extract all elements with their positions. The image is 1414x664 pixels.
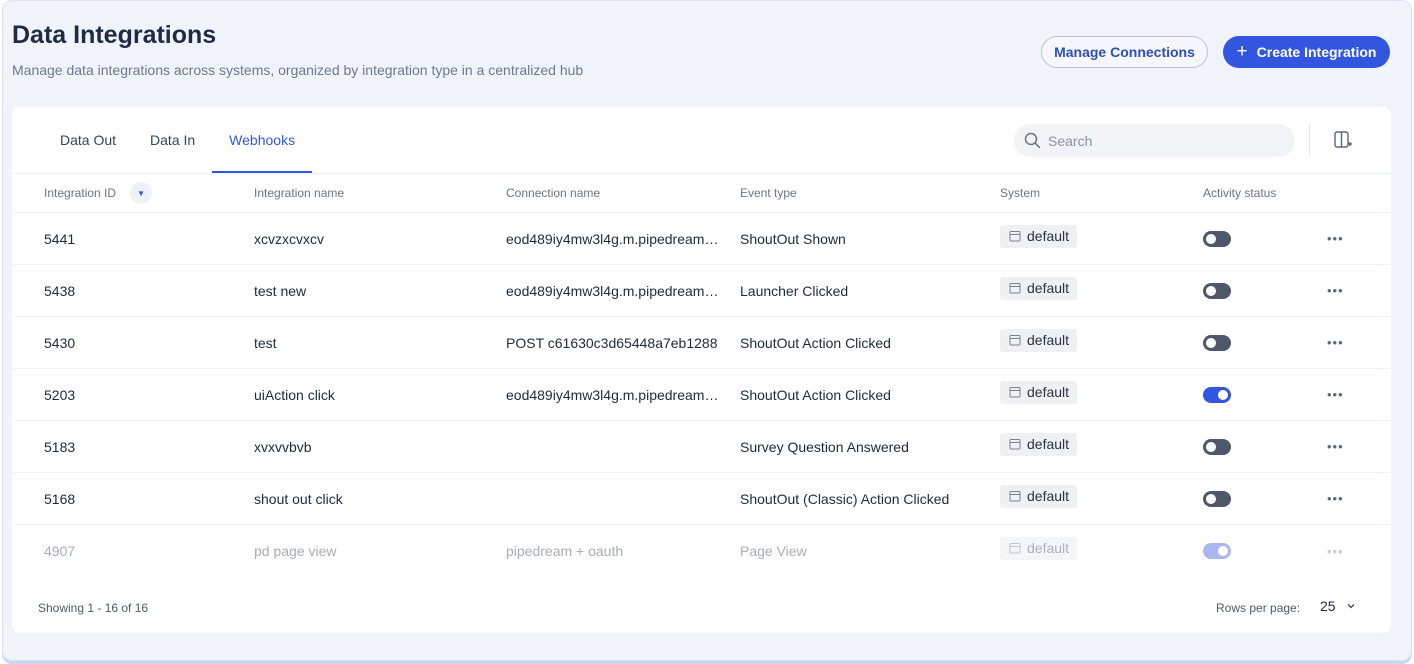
search-icon xyxy=(1024,132,1041,149)
plus-icon: + xyxy=(1236,40,1248,62)
calendar-icon xyxy=(1009,283,1021,294)
more-options-icon[interactable]: ••• xyxy=(1327,335,1344,350)
integrations-table: Integration ID ▼ Integration name Connec… xyxy=(12,173,1391,577)
create-integration-label: Create Integration xyxy=(1256,44,1377,60)
more-options-icon[interactable]: ••• xyxy=(1327,544,1344,559)
calendar-icon xyxy=(1009,491,1021,502)
system-badge: default xyxy=(1000,433,1078,456)
rows-per-page-label: Rows per page: xyxy=(1216,601,1301,615)
integration-id: 5183 xyxy=(44,438,76,455)
app-frame: Data Integrations Manage data integratio… xyxy=(2,0,1412,661)
connection-name: eod489iy4mw3l4g.m.pipedream.net xyxy=(506,386,720,403)
page-subtitle: Manage data integrations across systems,… xyxy=(12,62,584,78)
connection-name: eod489iy4mw3l4g.m.pipedream.net xyxy=(506,282,720,299)
tab-data-out[interactable]: Data Out xyxy=(43,107,133,173)
column-header-integration-name[interactable]: Integration name xyxy=(254,186,344,200)
activity-toggle[interactable] xyxy=(1203,490,1231,507)
event-type: Launcher Clicked xyxy=(740,282,849,299)
column-header-event-type[interactable]: Event type xyxy=(740,186,797,200)
search-box xyxy=(1014,124,1295,157)
event-type: ShoutOut Shown xyxy=(740,230,846,247)
table-row[interactable]: 5203 uiAction click eod489iy4mw3l4g.m.pi… xyxy=(12,369,1391,421)
event-type: ShoutOut Action Clicked xyxy=(740,386,891,403)
integration-id: 5441 xyxy=(44,230,76,247)
more-options-icon[interactable]: ••• xyxy=(1327,283,1344,298)
table-header: Integration ID ▼ Integration name Connec… xyxy=(12,173,1391,213)
connection-name: POST c61630c3d65448a7eb1288 xyxy=(506,334,718,351)
integration-name: test xyxy=(254,334,277,351)
table-row[interactable]: 5168 shout out click ShoutOut (Classic) … xyxy=(12,473,1391,525)
integration-id: 5168 xyxy=(44,490,76,507)
integrations-card: Data Out Data In Webhooks Integration ID… xyxy=(12,107,1391,633)
connection-name: pipedream + oauth xyxy=(506,543,624,559)
integration-id: 5438 xyxy=(44,282,76,299)
integration-name: uiAction click xyxy=(254,386,335,403)
page-title: Data Integrations xyxy=(12,21,217,49)
system-badge: default xyxy=(1000,381,1078,404)
table-row[interactable]: 5438 test new eod489iy4mw3l4g.m.pipedrea… xyxy=(12,265,1391,317)
activity-toggle[interactable] xyxy=(1203,543,1231,559)
integration-id: 5203 xyxy=(44,386,76,403)
more-options-icon[interactable]: ••• xyxy=(1327,439,1344,454)
table-row[interactable]: 5441 xcvzxcvxcv eod489iy4mw3l4g.m.pipedr… xyxy=(12,213,1391,265)
calendar-icon xyxy=(1009,387,1021,398)
connection-name: eod489iy4mw3l4g.m.pipedream.net xyxy=(506,230,720,247)
table-row[interactable]: 5430 test POST c61630c3d65448a7eb1288 Sh… xyxy=(12,317,1391,369)
toolbar-divider xyxy=(1309,124,1310,157)
tab-webhooks[interactable]: Webhooks xyxy=(212,107,312,173)
activity-toggle[interactable] xyxy=(1203,282,1231,299)
column-header-connection-name[interactable]: Connection name xyxy=(506,186,720,200)
search-input[interactable] xyxy=(1048,132,1278,149)
column-header-system[interactable]: System xyxy=(1000,186,1040,200)
manage-connections-button[interactable]: Manage Connections xyxy=(1041,36,1208,68)
create-integration-button[interactable]: + Create Integration xyxy=(1223,36,1390,68)
tab-data-in[interactable]: Data In xyxy=(133,107,212,173)
more-options-icon[interactable]: ••• xyxy=(1327,491,1344,506)
integration-id: 5430 xyxy=(44,334,76,351)
more-options-icon[interactable]: ••• xyxy=(1327,231,1344,246)
pagination-summary: Showing 1 - 16 of 16 xyxy=(38,601,149,615)
rows-per-page-select[interactable]: 25 xyxy=(1320,598,1356,614)
table-row[interactable]: 5183 xvxvvbvb Survey Question Answered d… xyxy=(12,421,1391,473)
system-badge: default xyxy=(1000,485,1078,508)
event-type: ShoutOut Action Clicked xyxy=(740,334,891,351)
rows-per-page-value: 25 xyxy=(1320,598,1336,614)
integration-name: pd page view xyxy=(254,543,337,559)
system-badge: default xyxy=(1000,225,1078,248)
calendar-icon xyxy=(1009,231,1021,242)
activity-toggle[interactable] xyxy=(1203,230,1231,247)
system-badge: default xyxy=(1000,537,1078,560)
chevron-down-icon xyxy=(1347,604,1355,609)
calendar-icon xyxy=(1009,335,1021,346)
integration-name: xcvzxcvxcv xyxy=(254,230,324,247)
integration-name: shout out click xyxy=(254,490,343,507)
integration-id: 4907 xyxy=(44,543,76,559)
event-type: ShoutOut (Classic) Action Clicked xyxy=(740,490,950,507)
calendar-icon xyxy=(1009,543,1021,554)
column-header-integration-id[interactable]: Integration ID ▼ xyxy=(44,182,153,204)
system-badge: default xyxy=(1000,277,1078,300)
column-header-activity-status[interactable]: Activity status xyxy=(1203,186,1276,200)
activity-toggle[interactable] xyxy=(1203,438,1231,455)
calendar-icon xyxy=(1009,439,1021,450)
sort-descending-icon[interactable]: ▼ xyxy=(130,182,153,204)
add-column-icon[interactable] xyxy=(1333,130,1353,150)
activity-toggle[interactable] xyxy=(1203,386,1231,403)
table-row[interactable]: 4907 pd page view pipedream + oauth Page… xyxy=(12,525,1391,577)
more-options-icon[interactable]: ••• xyxy=(1327,387,1344,402)
event-type: Survey Question Answered xyxy=(740,438,909,455)
activity-toggle[interactable] xyxy=(1203,334,1231,351)
manage-connections-label: Manage Connections xyxy=(1054,44,1195,60)
system-badge: default xyxy=(1000,329,1078,352)
tab-bar: Data Out Data In Webhooks xyxy=(43,107,312,173)
event-type: Page View xyxy=(740,543,807,559)
integration-name: xvxvvbvb xyxy=(254,438,312,455)
integration-name: test new xyxy=(254,282,307,299)
